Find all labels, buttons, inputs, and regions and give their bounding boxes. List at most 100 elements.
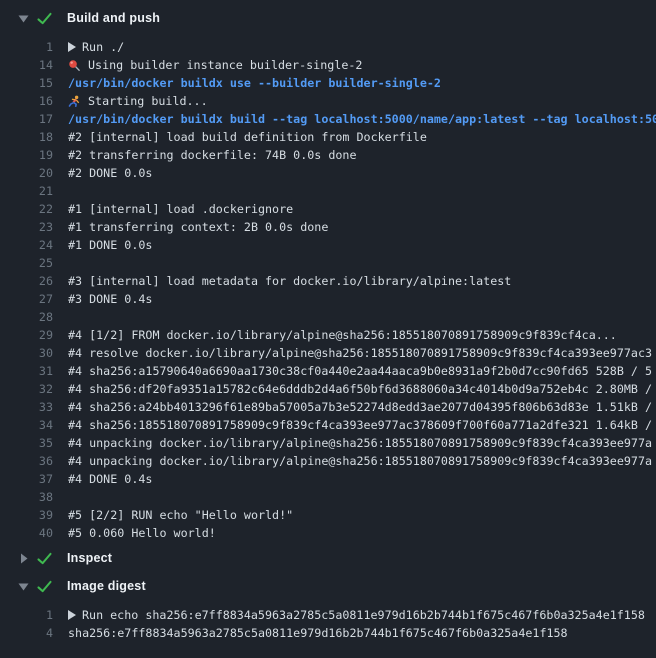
log-line-number[interactable]: 16 bbox=[0, 94, 53, 108]
log-line-content: #1 transferring context: 2B 0.0s done bbox=[68, 220, 656, 234]
section-toggle-chevron-icon[interactable] bbox=[17, 12, 30, 25]
log-line: 31 #4 sha256:a15790640a6690aa1730c38cf0a… bbox=[0, 362, 656, 380]
log-line-number[interactable]: 15 bbox=[0, 76, 53, 90]
log-line: 1 Run echo sha256:e7ff8834a5963a2785c5a0… bbox=[0, 606, 656, 624]
log-line-text: Starting build... bbox=[88, 94, 208, 108]
log-line: 39 #5 [2/2] RUN echo "Hello world!" bbox=[0, 506, 656, 524]
log-line-text: #4 DONE 0.4s bbox=[68, 472, 152, 486]
log-line-number[interactable]: 19 bbox=[0, 148, 53, 162]
log-line-number[interactable]: 1 bbox=[0, 40, 53, 54]
log-line-content: #4 unpacking docker.io/library/alpine@sh… bbox=[68, 436, 656, 450]
log-line-number[interactable]: 25 bbox=[0, 256, 53, 270]
log-line: 32 #4 sha256:df20fa9351a15782c64e6dddb2d… bbox=[0, 380, 656, 398]
log-line: 18 #2 [internal] load build definition f… bbox=[0, 128, 656, 146]
log-line-number[interactable]: 17 bbox=[0, 112, 53, 126]
log-line-content: #5 0.060 Hello world! bbox=[68, 526, 656, 540]
log-line-content: /usr/bin/docker buildx build --tag local… bbox=[68, 112, 656, 126]
log-line: 38 bbox=[0, 488, 656, 506]
log-line-number[interactable]: 14 bbox=[0, 58, 53, 72]
log-line-text: #3 [internal] load metadata for docker.i… bbox=[68, 274, 511, 288]
log-line-number[interactable]: 33 bbox=[0, 400, 53, 414]
section-lines: 1 Run echo sha256:e7ff8834a5963a2785c5a0… bbox=[0, 606, 656, 642]
log-line-number[interactable]: 24 bbox=[0, 238, 53, 252]
log-line-content: #4 DONE 0.4s bbox=[68, 472, 656, 486]
section-title: Image digest bbox=[67, 579, 146, 593]
section-toggle-chevron-icon[interactable] bbox=[17, 552, 30, 565]
log-line-number[interactable]: 30 bbox=[0, 346, 53, 360]
log-line-text: #4 resolve docker.io/library/alpine@sha2… bbox=[68, 346, 652, 360]
log-line-number[interactable]: 4 bbox=[0, 626, 53, 640]
log-line: 30 #4 resolve docker.io/library/alpine@s… bbox=[0, 344, 656, 362]
log-line: 28 bbox=[0, 308, 656, 326]
log-line-content: #4 unpacking docker.io/library/alpine@sh… bbox=[68, 454, 656, 468]
log-line-number[interactable]: 31 bbox=[0, 364, 53, 378]
log-line-content: #4 sha256:a24bb4013296f61e89ba57005a7b3e… bbox=[68, 400, 656, 414]
log-line-content: #1 [internal] load .dockerignore bbox=[68, 202, 656, 216]
log-line-number[interactable]: 28 bbox=[0, 310, 53, 324]
log-line: 20 #2 DONE 0.0s bbox=[0, 164, 656, 182]
log-line: 21 bbox=[0, 182, 656, 200]
log-line-number[interactable]: 38 bbox=[0, 490, 53, 504]
section-header-inspect[interactable]: Inspect bbox=[0, 546, 656, 570]
log-line-number[interactable]: 26 bbox=[0, 274, 53, 288]
log-line-number[interactable]: 20 bbox=[0, 166, 53, 180]
check-success-icon bbox=[37, 579, 52, 593]
log-line-number[interactable]: 21 bbox=[0, 184, 53, 198]
log-line-number[interactable]: 23 bbox=[0, 220, 53, 234]
check-success-icon bbox=[37, 11, 52, 25]
log-section-image-digest: Image digest 1 Run echo sha256:e7ff8834a… bbox=[0, 574, 656, 642]
log-line-content: #4 [1/2] FROM docker.io/library/alpine@s… bbox=[68, 328, 656, 342]
log-line-number[interactable]: 37 bbox=[0, 472, 53, 486]
log-line-content: #4 sha256:a15790640a6690aa1730c38cf0a440… bbox=[68, 364, 656, 378]
log-line-text: #4 sha256:185518070891758909c9f839cf4ca3… bbox=[68, 418, 652, 432]
log-line-number[interactable]: 36 bbox=[0, 454, 53, 468]
section-toggle-chevron-icon[interactable] bbox=[17, 580, 30, 593]
section-header-image-digest[interactable]: Image digest bbox=[0, 574, 656, 598]
check-success-icon bbox=[37, 551, 52, 565]
log-line-number[interactable]: 32 bbox=[0, 382, 53, 396]
log-line-number[interactable]: 35 bbox=[0, 436, 53, 450]
log-line-text: #4 sha256:a24bb4013296f61e89ba57005a7b3e… bbox=[68, 400, 652, 414]
log-line-number[interactable]: 1 bbox=[0, 608, 53, 622]
log-section-build-and-push: Build and push 1 Run ./ 14 Using builder… bbox=[0, 6, 656, 542]
log-line-number[interactable]: 34 bbox=[0, 418, 53, 432]
log-line-number[interactable]: 27 bbox=[0, 292, 53, 306]
log-line-text: #3 DONE 0.4s bbox=[68, 292, 152, 306]
log-line-content: #1 DONE 0.0s bbox=[68, 238, 656, 252]
pushpin-icon bbox=[68, 59, 81, 72]
log-line: 34 #4 sha256:185518070891758909c9f839cf4… bbox=[0, 416, 656, 434]
log-line-text: #4 unpacking docker.io/library/alpine@sh… bbox=[68, 436, 652, 450]
log-line: 14 Using builder instance builder-single… bbox=[0, 56, 656, 74]
log-line: 26 #3 [internal] load metadata for docke… bbox=[0, 272, 656, 290]
log-line-text: #5 0.060 Hello world! bbox=[68, 526, 216, 540]
log-line-number[interactable]: 39 bbox=[0, 508, 53, 522]
log-line-text: #2 transferring dockerfile: 74B 0.0s don… bbox=[68, 148, 357, 162]
log-line: 17 /usr/bin/docker buildx build --tag lo… bbox=[0, 110, 656, 128]
log-line-content: #4 sha256:df20fa9351a15782c64e6dddb2d4a6… bbox=[68, 382, 656, 396]
log-line: 37 #4 DONE 0.4s bbox=[0, 470, 656, 488]
log-line: 29 #4 [1/2] FROM docker.io/library/alpin… bbox=[0, 326, 656, 344]
log-line-number[interactable]: 18 bbox=[0, 130, 53, 144]
log-line-text: #4 sha256:a15790640a6690aa1730c38cf0a440… bbox=[68, 364, 652, 378]
log-line-number[interactable]: 40 bbox=[0, 526, 53, 540]
log-line-number[interactable]: 29 bbox=[0, 328, 53, 342]
log-line-content: Run ./ bbox=[68, 40, 656, 54]
log-line-number[interactable]: 22 bbox=[0, 202, 53, 216]
log-line-text: Run echo sha256:e7ff8834a5963a2785c5a081… bbox=[82, 608, 645, 622]
play-icon[interactable] bbox=[68, 610, 76, 620]
log-line-content: /usr/bin/docker buildx use --builder bui… bbox=[68, 76, 656, 90]
section-header-build-and-push[interactable]: Build and push bbox=[0, 6, 656, 30]
log-line-text: #2 DONE 0.0s bbox=[68, 166, 152, 180]
log-line: 27 #3 DONE 0.4s bbox=[0, 290, 656, 308]
log-section-inspect: Inspect bbox=[0, 546, 656, 570]
log-line-content: #2 transferring dockerfile: 74B 0.0s don… bbox=[68, 148, 656, 162]
log-line-text: /usr/bin/docker buildx use --builder bui… bbox=[68, 76, 441, 90]
log-line: 19 #2 transferring dockerfile: 74B 0.0s … bbox=[0, 146, 656, 164]
log-line-content: Using builder instance builder-single-2 bbox=[68, 58, 656, 72]
log-line-content: #3 DONE 0.4s bbox=[68, 292, 656, 306]
play-icon[interactable] bbox=[68, 42, 76, 52]
log-line: 35 #4 unpacking docker.io/library/alpine… bbox=[0, 434, 656, 452]
log-line: 24 #1 DONE 0.0s bbox=[0, 236, 656, 254]
log-line-content: sha256:e7ff8834a5963a2785c5a0811e979d16b… bbox=[68, 626, 656, 640]
log-line-content: #2 DONE 0.0s bbox=[68, 166, 656, 180]
